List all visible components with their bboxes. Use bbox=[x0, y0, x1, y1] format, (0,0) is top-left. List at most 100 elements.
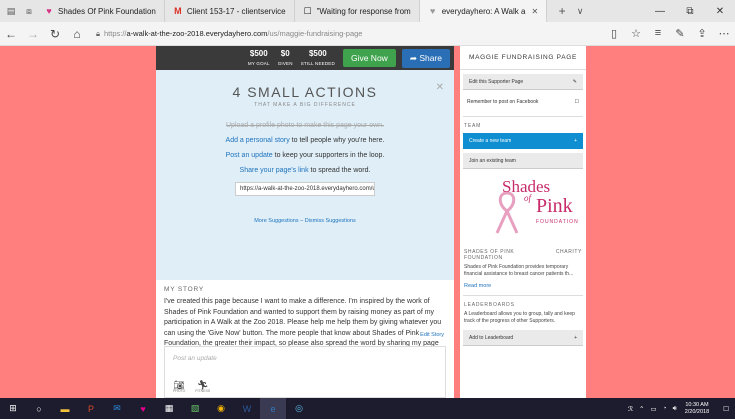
tab-label: "Waiting for response from bbox=[316, 6, 411, 16]
small-actions-panel: ✕ 4 SMALL ACTIONS THAT MAKE A BIG DIFFER… bbox=[156, 70, 454, 280]
main-column: $500 MY GOAL $0 GIVEN $500 STILL NEEDED … bbox=[156, 46, 454, 398]
divider bbox=[463, 295, 583, 296]
clock[interactable]: 10:30 AM 2/20/2018 bbox=[685, 402, 709, 416]
wifi-icon[interactable]: ◔ bbox=[663, 405, 667, 412]
action-upload-photo[interactable]: Upload a profile photo to make this page… bbox=[156, 122, 454, 129]
tab-waiting-response[interactable]: ☐ "Waiting for response from bbox=[295, 0, 420, 22]
people-icon[interactable]: ℛ bbox=[628, 405, 633, 413]
webex-icon[interactable]: ◎ bbox=[286, 398, 312, 419]
favorite-star-icon[interactable]: ☆ bbox=[625, 27, 647, 40]
charity-tag: CHARITY bbox=[555, 249, 582, 255]
add-personal-story-link[interactable]: Add a personal story bbox=[226, 137, 290, 144]
notifications-icon[interactable]: ☐ bbox=[723, 405, 729, 413]
home-icon[interactable]: ⌂ bbox=[66, 27, 88, 41]
charity-name: SHADES OF PINK FOUNDATION bbox=[464, 249, 515, 261]
network-icon[interactable]: ▭ bbox=[651, 405, 657, 413]
refresh-icon[interactable]: ↻ bbox=[44, 27, 66, 41]
window-controls: — ⧉ ✕ bbox=[645, 6, 735, 17]
tab-label: everydayhero: A Walk a bbox=[441, 6, 526, 16]
url-prefix: https:// bbox=[104, 29, 127, 38]
volume-icon[interactable]: 🔊︎ bbox=[673, 405, 677, 413]
edge-icon[interactable]: e bbox=[260, 398, 286, 419]
add-leaderboard-button[interactable]: Add to Leaderboard + bbox=[463, 330, 583, 346]
tab-preview-icon[interactable]: ⧈ bbox=[22, 4, 36, 18]
fitness-label: FITNESS bbox=[195, 388, 211, 393]
read-more-link[interactable]: Read more bbox=[464, 283, 582, 289]
tab-label: Client 153-17 - clientservice bbox=[186, 6, 286, 16]
share-icon[interactable]: ⇪ bbox=[691, 27, 713, 40]
minimize-button[interactable]: — bbox=[645, 6, 675, 17]
share-url-field[interactable]: https://a-walk-at-the-zoo-2018.everydayh… bbox=[235, 182, 375, 196]
charity-logo[interactable]: Shades of Pink FOUNDATION bbox=[464, 177, 582, 243]
new-tab-button[interactable]: + bbox=[555, 4, 569, 18]
tab-set-aside-icon[interactable]: ▤ bbox=[4, 4, 18, 18]
close-tab-icon[interactable]: ✕ bbox=[531, 7, 538, 16]
camera-icon: 📷︎ bbox=[173, 379, 185, 390]
maximize-button[interactable]: ⧉ bbox=[675, 6, 705, 17]
search-icon[interactable]: ○ bbox=[26, 398, 52, 419]
powerpoint-icon[interactable]: P bbox=[78, 398, 104, 419]
edit-page-label: Edit this Supporter Page bbox=[469, 78, 524, 85]
reading-view-icon[interactable]: ▯ bbox=[603, 27, 625, 40]
pencil-icon: ✎ bbox=[572, 78, 577, 85]
windows-start-icon[interactable]: ⊞ bbox=[0, 398, 26, 419]
fitness-tool[interactable]: 🏃︎ FITNESS bbox=[195, 380, 211, 394]
checkbox-icon[interactable]: ☐ bbox=[575, 99, 579, 105]
system-tray: ℛ ⌃ ▭ ◔ 🔊︎ 10:30 AM 2/20/2018 ☐ bbox=[622, 402, 735, 416]
page-content: $500 MY GOAL $0 GIVEN $500 STILL NEEDED … bbox=[0, 46, 735, 398]
more-suggestions-link[interactable]: More Suggestions – Dismiss Suggestions bbox=[156, 218, 454, 224]
tab-client-service[interactable]: M Client 153-17 - clientservice bbox=[165, 0, 295, 22]
file-explorer-icon[interactable]: ▬ bbox=[52, 398, 78, 419]
word-icon[interactable]: W bbox=[234, 398, 260, 419]
action-text: to keep your supporters in the loop. bbox=[272, 152, 385, 159]
charity-header: SHADES OF PINK FOUNDATION CHARITY bbox=[464, 249, 582, 261]
favorites-hub-icon[interactable]: ≡ bbox=[647, 27, 669, 40]
more-menu-icon[interactable]: ⋯ bbox=[713, 27, 735, 40]
photo-label: PHOTO bbox=[173, 388, 186, 393]
edit-page-button[interactable]: Edit this Supporter Page ✎ bbox=[463, 74, 583, 90]
share-page-link[interactable]: Share your page's link bbox=[240, 167, 309, 174]
clock-time: 10:30 AM bbox=[685, 401, 709, 408]
mail-icon[interactable]: ✉ bbox=[104, 398, 130, 419]
back-arrow-icon[interactable]: ← bbox=[0, 27, 22, 41]
post-update-box[interactable]: Post an update 📷︎ PHOTO 🏃︎ FITNESS bbox=[164, 346, 446, 398]
tray-chevron-icon[interactable]: ⌃ bbox=[639, 405, 644, 413]
pink-ribbon-icon: ♥ bbox=[46, 6, 52, 16]
calculator-icon[interactable]: ▦ bbox=[156, 398, 182, 419]
create-team-button[interactable]: Create a new team + bbox=[463, 133, 583, 149]
photos-icon[interactable]: ▧ bbox=[182, 398, 208, 419]
windows-taskbar: ⊞ ○ ▬ P ✉ ♥ ▦ ▧ ◉ W e ◎ ℛ ⌃ ▭ ◔ 🔊︎ 10:30… bbox=[0, 398, 735, 419]
page-name-heading: MAGGIE FUNDRAISING PAGE bbox=[460, 46, 586, 70]
share-button[interactable]: ➦ Share bbox=[401, 48, 450, 68]
photo-tool[interactable]: 📷︎ PHOTO bbox=[173, 379, 186, 394]
share-arrow-icon: ➦ bbox=[409, 52, 417, 63]
post-update-link[interactable]: Post an update bbox=[226, 152, 273, 159]
forward-arrow-icon[interactable]: → bbox=[22, 27, 44, 41]
plus-icon: + bbox=[574, 138, 577, 144]
chrome-icon[interactable]: ◉ bbox=[208, 398, 234, 419]
action-personal-story: Add a personal story to tell people why … bbox=[156, 137, 454, 144]
tab-everydayhero[interactable]: ♥ everydayhero: A Walk a ✕ bbox=[419, 0, 548, 22]
close-actions-icon[interactable]: ✕ bbox=[436, 82, 444, 93]
remember-facebook-row[interactable]: Remember to post on Facebook ☐ bbox=[463, 94, 583, 110]
url-input[interactable]: 🔒︎ https:// a-walk-at-the-zoo-2018.every… bbox=[96, 25, 536, 43]
needed-label: STILL NEEDED bbox=[300, 60, 335, 66]
tab-menu-chevron-icon[interactable]: ∨ bbox=[573, 4, 587, 18]
edit-story-link[interactable]: Edit Story bbox=[420, 332, 444, 338]
store-icon[interactable]: ♥ bbox=[130, 398, 156, 419]
team-label: TEAM bbox=[464, 123, 482, 129]
lock-icon: 🔒︎ bbox=[96, 28, 100, 38]
document-icon: ☐ bbox=[303, 5, 312, 16]
needed-stat: $500 STILL NEEDED bbox=[300, 49, 335, 67]
sidebar: MAGGIE FUNDRAISING PAGE Edit this Suppor… bbox=[460, 46, 586, 398]
give-now-button[interactable]: Give Now bbox=[342, 49, 396, 67]
close-window-button[interactable]: ✕ bbox=[705, 6, 735, 17]
post-update-placeholder: Post an update bbox=[173, 355, 217, 362]
fundraising-stats-bar: $500 MY GOAL $0 GIVEN $500 STILL NEEDED … bbox=[156, 46, 454, 70]
browser-tab-bar: ▤ ⧈ ♥ Shades Of Pink Foundation M Client… bbox=[0, 0, 735, 22]
tab-shades-of-pink[interactable]: ♥ Shades Of Pink Foundation bbox=[36, 0, 165, 22]
remember-label: Remember to post on Facebook bbox=[467, 99, 539, 105]
goal-label: MY GOAL bbox=[247, 60, 270, 66]
pen-notes-icon[interactable]: ✎ bbox=[669, 27, 691, 40]
join-team-button[interactable]: Join an existing team bbox=[463, 153, 583, 169]
